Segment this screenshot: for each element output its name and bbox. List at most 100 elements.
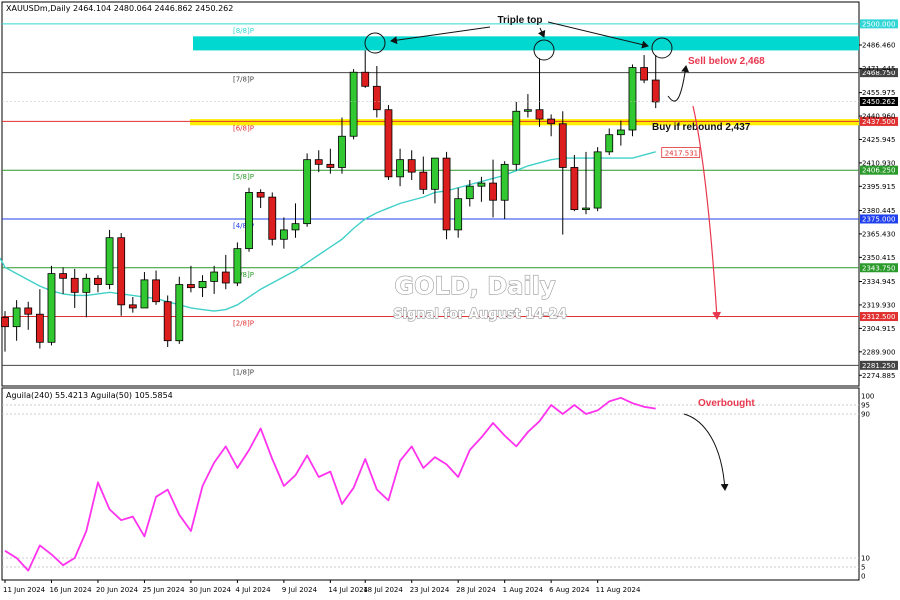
bear-candle-body <box>163 301 172 342</box>
candle <box>245 187 253 252</box>
candle <box>233 242 242 287</box>
current-price-label: 2450.262 <box>862 98 895 106</box>
bull-candle-body <box>105 237 114 285</box>
bear-candle-body <box>59 273 67 279</box>
candle <box>117 233 126 316</box>
oscillator-tick-label: 95 <box>861 402 870 410</box>
bull-candle-body <box>303 159 312 225</box>
bear-candle-body <box>419 171 428 190</box>
bull-candle-body <box>291 223 300 231</box>
bear-candle-body <box>256 192 265 198</box>
buy-label: Buy if rebound 2,437 <box>652 122 751 133</box>
candle <box>384 105 393 180</box>
bull-candle-body <box>12 307 21 328</box>
indicator-info: Aguila(240) 55.4213 Aguila(50) 105.5854 <box>6 391 173 400</box>
bear-candle-body <box>117 237 126 306</box>
oscillator-panel <box>1 387 860 581</box>
murrey-price-label: 2281.250 <box>862 362 895 370</box>
price-tick-label: 2334.945 <box>862 278 895 286</box>
price-tick-label: 2395.915 <box>862 183 895 191</box>
murrey-label: [1/8]P <box>233 368 254 376</box>
ma-value-label: 2417.531 <box>665 150 698 158</box>
bull-candle-body <box>500 163 509 201</box>
bear-candle-body <box>372 85 381 111</box>
price-tick-label: 2274.885 <box>862 372 895 380</box>
bull-candle-body <box>396 159 404 178</box>
date-axis[interactable]: 11 Jun 2024 16 Jun 2024 20 Jun 2024 25 Jun … <box>2 579 859 594</box>
price-tick-label: 2471.445 <box>862 65 895 73</box>
murrey-label: [5/8]P <box>233 173 254 181</box>
bear-candle-body <box>326 163 335 168</box>
bull-candle-body <box>582 207 590 211</box>
price-tick-label: 2319.930 <box>862 301 895 309</box>
price-tick-label: 2486.460 <box>862 41 895 49</box>
murrey-price-label: 2375.000 <box>862 215 895 223</box>
bull-candle-body <box>198 281 207 289</box>
price-tick-label: 2304.915 <box>862 325 895 333</box>
bear-candle-body <box>187 284 195 289</box>
candle <box>175 276 184 344</box>
bear-candle-body <box>442 157 451 231</box>
price-tick-label: 2365.430 <box>862 230 895 238</box>
bull-candle-body <box>628 67 637 131</box>
bull-candle-body <box>477 182 486 187</box>
oscillator-tick-label: 0 <box>861 573 865 581</box>
price-tick-label: 2289.900 <box>862 348 895 356</box>
oscillator-tick-label: 5 <box>861 564 865 572</box>
date-tick-label: 30 Jun 2024 <box>189 586 232 594</box>
date-tick-label: 9 Jul 2024 <box>282 586 318 594</box>
price-tick-label: 2380.445 <box>862 207 895 215</box>
date-tick-label: 1 Aug 2024 <box>503 586 544 594</box>
bear-candle-body <box>640 67 648 81</box>
bull-candle-body <box>512 110 521 165</box>
murrey-label: [7/8]P <box>233 76 254 84</box>
date-tick-label: 11 Aug 2024 <box>596 586 641 594</box>
bull-candle-body <box>233 248 242 284</box>
bear-candle-body <box>221 271 230 284</box>
bear-candle-body <box>1 316 9 328</box>
candle <box>512 101 521 171</box>
bull-candle-body <box>616 129 625 136</box>
candle <box>442 151 451 240</box>
candle <box>303 153 312 227</box>
bear-candle-body <box>24 307 33 315</box>
murrey-price-label: 2343.750 <box>862 264 895 272</box>
candle <box>105 229 114 290</box>
bull-candle-body <box>338 135 346 168</box>
bear-candle-body <box>361 71 370 87</box>
bear-candle-body <box>268 196 277 240</box>
candle <box>268 192 277 246</box>
bull-candle-body <box>465 185 474 200</box>
candle <box>628 64 637 137</box>
bear-candle-body <box>547 118 556 125</box>
price-tick-label: 2350.415 <box>862 254 895 262</box>
bear-candle-body <box>558 123 567 168</box>
date-tick-label: 18 Jul 2024 <box>363 586 403 594</box>
bull-candle-body <box>605 134 614 153</box>
date-tick-label: 28 Jul 2024 <box>456 586 496 594</box>
chart-watermark-subtitle: Signal for August 14-24 <box>393 307 567 322</box>
bull-candle-body <box>82 277 91 293</box>
murrey-label: [6/8]P <box>233 124 254 132</box>
murrey-price-label: 2406.250 <box>862 167 895 175</box>
date-tick-label: 20 Jun 2024 <box>96 586 139 594</box>
chart-canvas: [8/8]P2500.000[7/8]P2468.750[6/8]P2437.5… <box>0 1 898 594</box>
bull-candle-body <box>349 71 358 137</box>
bear-candle-body <box>35 313 44 343</box>
price-tick-label: 2440.960 <box>862 113 895 121</box>
oscillator-tick-label: 100 <box>861 393 874 401</box>
price-tick-label: 2455.975 <box>862 89 895 97</box>
oscillator-tick-label: 90 <box>861 411 870 419</box>
bear-candle-body <box>535 109 544 120</box>
bull-candle-body <box>593 151 602 209</box>
price-tick-label: 2410.930 <box>862 159 895 167</box>
resistance-zone <box>193 36 859 51</box>
murrey-label: [8/8]P <box>233 27 254 35</box>
bear-candle-body <box>407 159 416 173</box>
bull-candle-body <box>175 284 184 342</box>
chart-watermark-title: GOLD, Daily <box>394 272 555 300</box>
date-tick-label: 23 Jul 2024 <box>410 586 450 594</box>
bear-candle-body <box>489 182 497 201</box>
bull-candle-body <box>431 157 439 190</box>
bull-candle-body <box>210 271 219 282</box>
